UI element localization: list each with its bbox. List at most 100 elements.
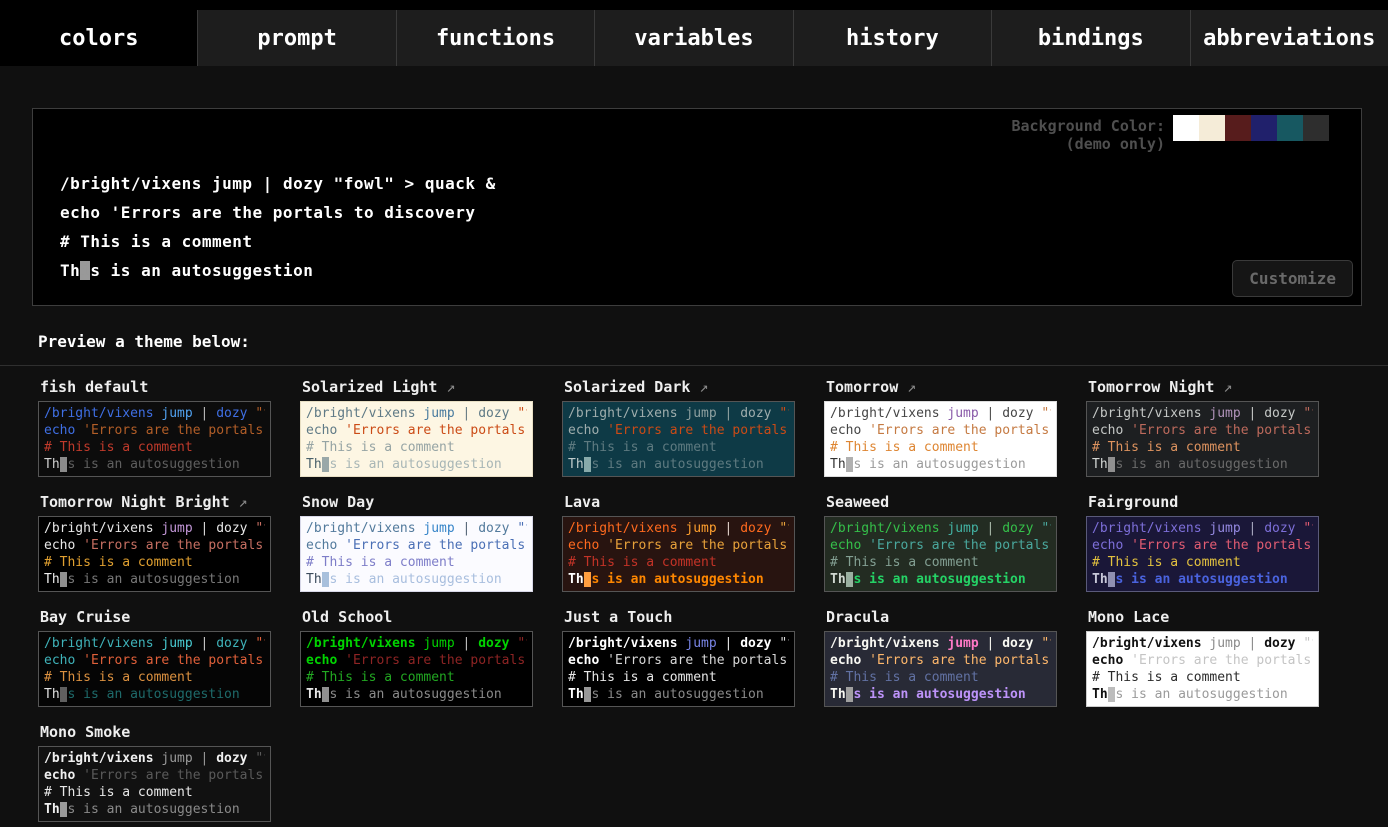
preview-line: This is an autosuggestion — [306, 686, 527, 703]
token-command: dozy — [478, 521, 509, 536]
token-command: /bright/vixens — [568, 636, 678, 651]
background-swatch-4[interactable] — [1251, 115, 1277, 141]
token-typed: Th — [306, 457, 322, 472]
theme-preview[interactable]: /bright/vixens jump | dozy "fowl" > quac… — [38, 401, 271, 477]
token-command: echo — [60, 203, 101, 222]
token-command: /bright/vixens — [44, 636, 154, 651]
theme-preview[interactable]: /bright/vixens jump | dozy "fowl" > quac… — [38, 631, 271, 707]
token-typed: Th — [568, 457, 584, 472]
swatch-row — [1173, 115, 1355, 141]
background-swatch-7[interactable] — [1329, 115, 1355, 141]
theme-name[interactable]: Tomorrow ↗ — [824, 372, 1057, 401]
token-command: echo — [306, 653, 337, 668]
theme-preview[interactable]: /bright/vixens jump | dozy "fowl" > quac… — [824, 401, 1057, 477]
background-swatch-1[interactable] — [1173, 115, 1199, 141]
token-autosuggestion: s is an autosuggestion — [67, 802, 239, 817]
tab-functions[interactable]: functions — [396, 10, 594, 66]
theme-name[interactable]: fish default — [38, 372, 271, 401]
token-param: jump — [161, 636, 192, 651]
theme-solarized-dark: Solarized Dark ↗/bright/vixens jump | do… — [562, 372, 795, 477]
theme-preview[interactable]: /bright/vixens jump | dozy "fowl" > quac… — [824, 631, 1057, 707]
tab-bar: colorspromptfunctionsvariableshistorybin… — [0, 0, 1388, 66]
theme-name[interactable]: Old School — [300, 602, 533, 631]
theme-name[interactable]: Solarized Dark ↗ — [562, 372, 795, 401]
background-swatch-6[interactable] — [1303, 115, 1329, 141]
theme-name[interactable]: Just a Touch — [562, 602, 795, 631]
token-command: echo — [1092, 423, 1123, 438]
theme-preview[interactable]: /bright/vixens jump | dozy "fowl" > quac… — [38, 746, 271, 822]
theme-preview[interactable]: /bright/vixens jump | dozy "fowl" > quac… — [1086, 631, 1319, 707]
token-command: echo — [568, 538, 599, 553]
token-quote: 'Errors are the portals to discovery — [1131, 538, 1313, 553]
preview-line: This is an autosuggestion — [1092, 456, 1313, 473]
token-fg — [337, 653, 345, 668]
theme-name[interactable]: Solarized Light ↗ — [300, 372, 533, 401]
token-command: dozy — [478, 636, 509, 651]
theme-solarized-light: Solarized Light ↗/bright/vixens jump | d… — [300, 372, 533, 477]
tab-bindings[interactable]: bindings — [991, 10, 1189, 66]
token-autosuggestion: s is an autosuggestion — [853, 457, 1025, 472]
token-param: jump — [685, 406, 716, 421]
theme-preview[interactable]: /bright/vixens jump | dozy "fowl" > quac… — [300, 631, 533, 707]
token-comment: # This is a comment — [44, 785, 193, 800]
preview-line: This is an autosuggestion — [1092, 686, 1313, 703]
theme-name[interactable]: Dracula — [824, 602, 1057, 631]
theme-name[interactable]: Fairground — [1086, 487, 1319, 516]
theme-preview[interactable]: /bright/vixens jump | dozy "fowl" > quac… — [562, 516, 795, 592]
theme-preview[interactable]: /bright/vixens jump | dozy "fowl" > quac… — [38, 516, 271, 592]
theme-name[interactable]: Tomorrow Night Bright ↗ — [38, 487, 271, 516]
token-command: /bright/vixens — [306, 636, 416, 651]
theme-preview[interactable]: /bright/vixens jump | dozy "fowl" > quac… — [562, 631, 795, 707]
theme-name[interactable]: Lava — [562, 487, 795, 516]
preview-line: /bright/vixens jump | dozy "fowl" > quac… — [306, 520, 527, 537]
tab-abbreviations[interactable]: abbreviations — [1190, 10, 1388, 66]
tab-prompt[interactable]: prompt — [197, 10, 395, 66]
theme-name[interactable]: Snow Day — [300, 487, 533, 516]
theme-name[interactable]: Seaweed — [824, 487, 1057, 516]
theme-preview[interactable]: /bright/vixens jump | dozy "fowl" > quac… — [1086, 401, 1319, 477]
token-quote: 'Errors are the portals to discovery — [869, 653, 1051, 668]
customize-button[interactable]: Customize — [1232, 260, 1353, 297]
theme-preview[interactable]: /bright/vixens jump | dozy "fowl" > quac… — [562, 401, 795, 477]
token-fg — [337, 423, 345, 438]
token-fg — [75, 538, 83, 553]
preview-line: This is an autosuggestion — [568, 686, 789, 703]
theme-preview[interactable]: /bright/vixens jump | dozy "fowl" > quac… — [824, 516, 1057, 592]
tab-history[interactable]: history — [793, 10, 991, 66]
token-comment: # This is a comment — [1092, 555, 1241, 570]
token-fg — [101, 203, 111, 222]
background-swatch-2[interactable] — [1199, 115, 1225, 141]
theme-preview[interactable]: /bright/vixens jump | dozy "fowl" > quac… — [300, 516, 533, 592]
token-autosuggestion: s is an autosuggestion — [591, 457, 763, 472]
preview-line: echo 'Errors are the portals to discover… — [830, 652, 1051, 669]
token-typed: Th — [44, 687, 60, 702]
theme-lava: Lava/bright/vixens jump | dozy "fowl" > … — [562, 487, 795, 592]
theme-preview[interactable]: /bright/vixens jump | dozy "fowl" > quac… — [1086, 516, 1319, 592]
token-command: dozy — [740, 406, 771, 421]
token-param: jump — [947, 406, 978, 421]
token-command: dozy — [216, 636, 247, 651]
token-quote: "fowl" — [1041, 636, 1051, 651]
token-typed: Th — [830, 457, 846, 472]
token-comment: # This is a comment — [306, 555, 455, 570]
background-swatch-5[interactable] — [1277, 115, 1303, 141]
theme-fairground: Fairground/bright/vixens jump | dozy "fo… — [1086, 487, 1319, 592]
theme-name[interactable]: Mono Lace — [1086, 602, 1319, 631]
preview-line: # This is a comment — [44, 784, 265, 801]
theme-name[interactable]: Mono Smoke — [38, 717, 271, 746]
token-param: jump — [1209, 521, 1240, 536]
background-color-labels: Background Color: (demo only) — [1011, 115, 1165, 153]
preview-line: This is an autosuggestion — [44, 571, 265, 588]
token-command: echo — [1092, 653, 1123, 668]
tab-variables[interactable]: variables — [594, 10, 792, 66]
terminal-demo-box: Background Color: (demo only) /bright/vi… — [32, 108, 1362, 306]
background-swatch-3[interactable] — [1225, 115, 1251, 141]
token-fg — [861, 653, 869, 668]
theme-name[interactable]: Bay Cruise — [38, 602, 271, 631]
theme-name[interactable]: Tomorrow Night ↗ — [1086, 372, 1319, 401]
tab-colors[interactable]: colors — [0, 10, 197, 66]
token-quote: "fowl" — [255, 521, 265, 536]
token-quote: "fowl" — [1041, 521, 1051, 536]
theme-preview[interactable]: /bright/vixens jump | dozy "fowl" > quac… — [300, 401, 533, 477]
terminal-sample: /bright/vixens jump | dozy "fowl" > quac… — [60, 169, 1361, 285]
